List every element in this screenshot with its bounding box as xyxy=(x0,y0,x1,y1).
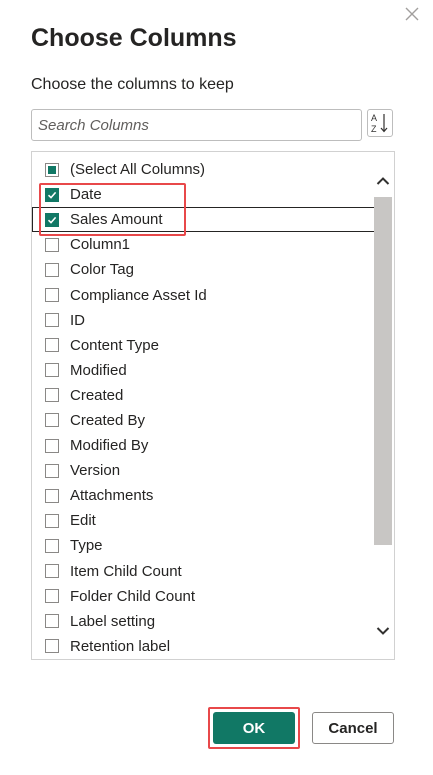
checkbox[interactable] xyxy=(45,288,59,303)
column-item[interactable]: Compliance Asset Id xyxy=(32,282,372,307)
column-item-label: Type xyxy=(70,537,103,555)
column-item[interactable]: Modified xyxy=(32,358,372,383)
cancel-button[interactable]: Cancel xyxy=(312,712,394,744)
column-item[interactable]: Folder Child Count xyxy=(32,584,372,609)
chevron-up-icon xyxy=(376,177,390,185)
checkbox-partial[interactable] xyxy=(45,162,59,177)
column-item-label: Compliance Asset Id xyxy=(70,286,207,304)
column-item-label: Label setting xyxy=(70,612,156,630)
column-item-label: (Select All Columns) xyxy=(70,161,206,179)
column-item-label: Color Tag xyxy=(70,261,134,279)
column-item[interactable]: Created By xyxy=(32,408,372,433)
checkbox[interactable] xyxy=(45,237,59,252)
svg-text:Z: Z xyxy=(371,124,377,134)
checkbox[interactable] xyxy=(45,338,59,353)
column-item-label: Created By xyxy=(70,411,146,429)
column-item[interactable]: Type xyxy=(32,533,372,558)
column-item[interactable]: Edit xyxy=(32,508,372,533)
checkbox[interactable] xyxy=(45,363,59,378)
column-item[interactable]: Content Type xyxy=(32,333,372,358)
column-item[interactable]: Attachments xyxy=(32,483,372,508)
column-item[interactable]: ID xyxy=(32,308,372,333)
column-item-label: Column1 xyxy=(70,236,131,254)
scroll-thumb[interactable] xyxy=(374,197,392,545)
column-item-label: Folder Child Count xyxy=(70,587,196,605)
checkbox[interactable] xyxy=(45,513,59,528)
dialog-title: Choose Columns xyxy=(31,24,237,52)
scroll-up-button[interactable] xyxy=(372,170,394,192)
sort-az-icon: A Z xyxy=(371,113,388,134)
column-item[interactable]: Item Child Count xyxy=(32,559,372,584)
columns-list-box: (Select All Columns) Date Sales Amount Colu… xyxy=(31,151,395,660)
checkbox[interactable] xyxy=(45,639,59,654)
column-item-label: Item Child Count xyxy=(70,562,182,580)
column-item-label: Created xyxy=(70,386,124,404)
checkbox[interactable] xyxy=(45,262,59,277)
check-icon xyxy=(47,216,57,224)
column-item[interactable]: Sales Amount xyxy=(32,207,384,233)
column-item[interactable]: Retention label xyxy=(32,634,372,659)
checkbox[interactable] xyxy=(45,589,59,604)
column-item[interactable]: Color Tag xyxy=(32,257,372,282)
ok-button[interactable]: OK xyxy=(213,712,295,744)
column-item-label: Retention label xyxy=(70,637,171,655)
scroll-down-button[interactable] xyxy=(372,620,394,642)
column-item[interactable]: Version xyxy=(32,458,372,483)
column-item[interactable]: Date xyxy=(32,182,372,207)
column-item-label: Edit xyxy=(70,512,96,530)
column-item-label: Modified xyxy=(70,361,127,379)
checkbox[interactable] xyxy=(45,313,59,328)
column-item[interactable]: Modified By xyxy=(32,433,372,458)
column-item-label: Sales Amount xyxy=(70,211,163,229)
svg-text:A: A xyxy=(371,113,377,123)
checkbox[interactable] xyxy=(45,488,59,503)
checkbox-checked[interactable] xyxy=(45,187,59,202)
sort-button[interactable]: A Z xyxy=(367,109,393,137)
checkbox[interactable] xyxy=(45,413,59,428)
checkbox[interactable] xyxy=(45,564,59,579)
dialog-subtitle: Choose the columns to keep xyxy=(31,76,234,93)
column-item-label: Date xyxy=(70,186,102,204)
column-item[interactable]: Created xyxy=(32,383,372,408)
search-input[interactable] xyxy=(31,109,362,141)
checkbox[interactable] xyxy=(45,463,59,478)
columns-list: (Select All Columns) Date Sales Amount Colu… xyxy=(32,157,384,659)
checkbox[interactable] xyxy=(45,438,59,453)
column-item[interactable]: Column1 xyxy=(32,232,372,257)
close-icon xyxy=(405,7,419,21)
checkbox[interactable] xyxy=(45,614,59,629)
column-item-label: Version xyxy=(70,462,121,480)
checkbox-checked[interactable] xyxy=(45,212,59,227)
column-item-label: Content Type xyxy=(70,336,159,354)
column-item-label: Attachments xyxy=(70,487,154,505)
chevron-down-icon xyxy=(376,627,390,635)
checkbox[interactable] xyxy=(45,538,59,553)
column-item-label: Modified By xyxy=(70,437,149,455)
column-item-label: ID xyxy=(70,311,85,329)
check-icon xyxy=(47,191,57,199)
vertical-scrollbar[interactable] xyxy=(372,168,394,648)
checkbox[interactable] xyxy=(45,388,59,403)
close-button[interactable] xyxy=(400,2,424,26)
column-item[interactable]: Label setting xyxy=(32,609,372,634)
column-item[interactable]: (Select All Columns) xyxy=(32,157,372,182)
